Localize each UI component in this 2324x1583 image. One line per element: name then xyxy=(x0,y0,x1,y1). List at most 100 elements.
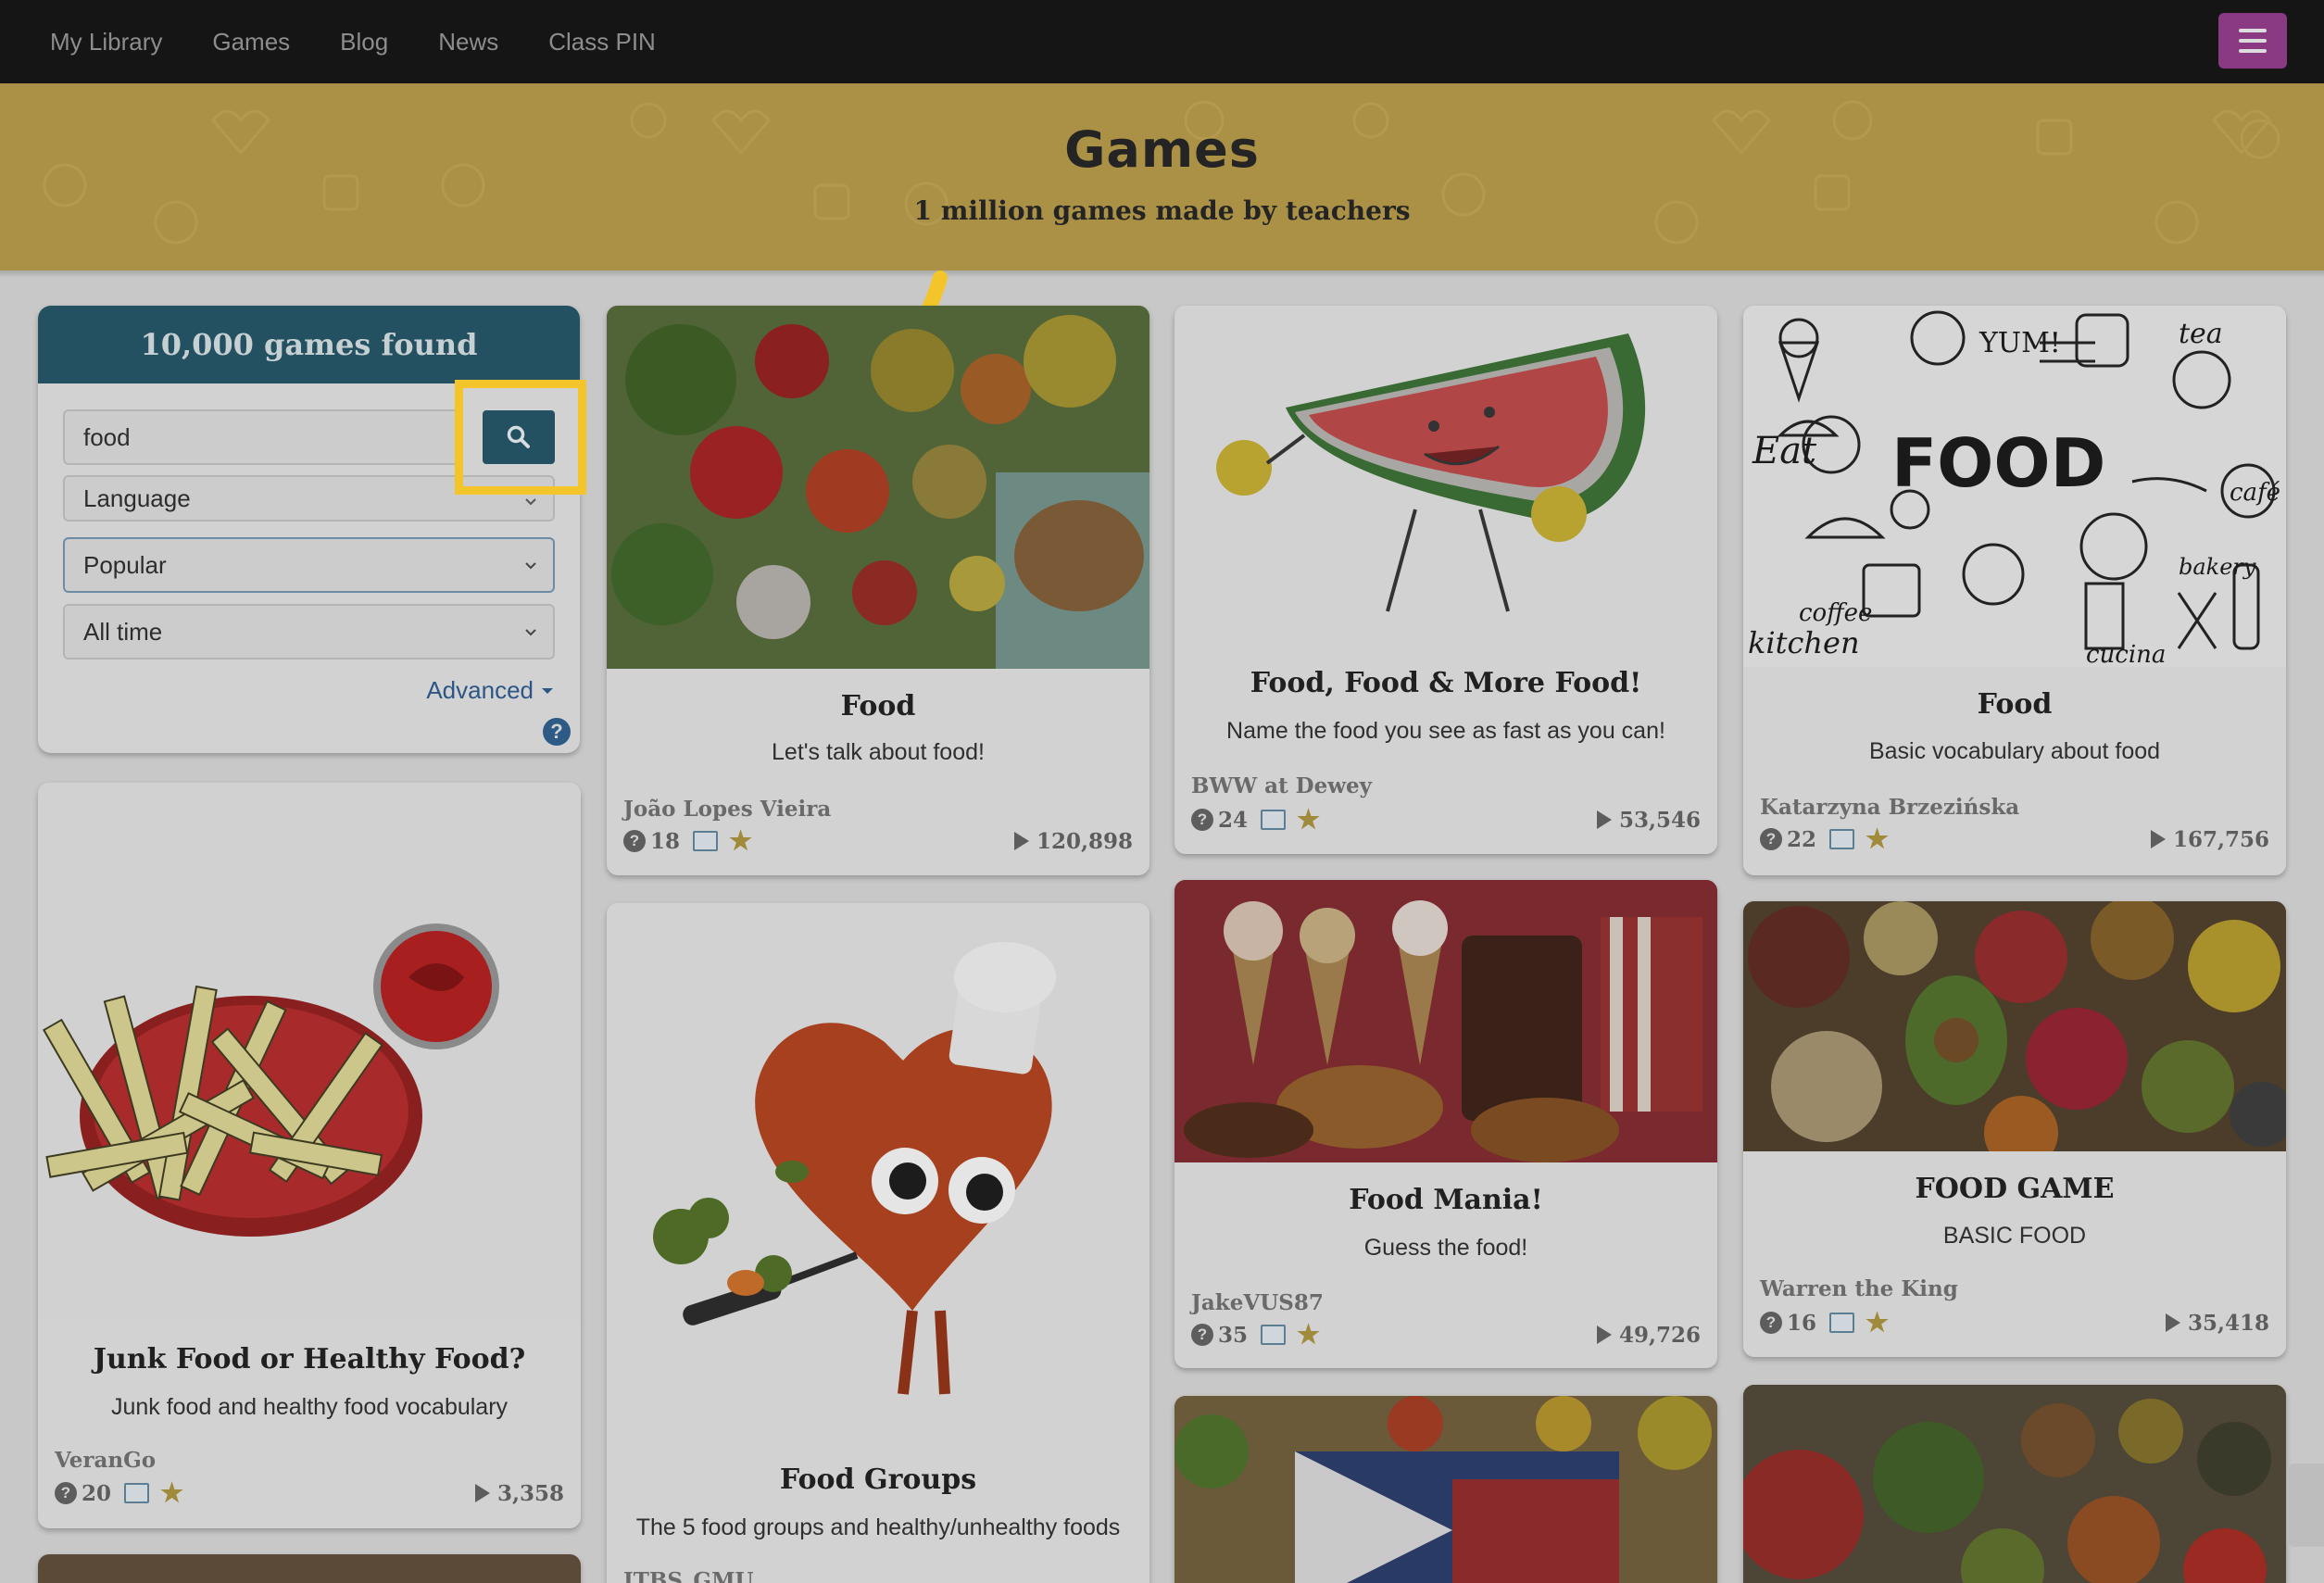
game-card[interactable] xyxy=(1743,1385,2286,1583)
game-card[interactable]: Junk Food or Healthy Food? Junk food and… xyxy=(38,783,581,1528)
junk-food-photo xyxy=(1175,880,1717,1162)
poster-cucina-text: cucina xyxy=(2086,641,2166,667)
play-icon xyxy=(1013,832,1029,850)
menu-bar xyxy=(2239,29,2267,32)
poster-tea-text: tea xyxy=(2179,318,2223,350)
card-title: Food xyxy=(840,690,916,722)
nav-news[interactable]: News xyxy=(438,28,498,57)
games-banner: Games 1 million games made by teachers xyxy=(0,83,2324,270)
question-icon: ? xyxy=(1191,1324,1213,1346)
card-author[interactable]: VeranGo xyxy=(55,1448,156,1473)
star-icon: ★ xyxy=(160,1477,184,1508)
nav-games[interactable]: Games xyxy=(212,28,290,57)
play-count-value: 49,726 xyxy=(1618,1322,1701,1348)
nav-my-library[interactable]: My Library xyxy=(50,28,162,57)
card-author[interactable]: JakeVUS87 xyxy=(1191,1290,1324,1315)
question-icon: ? xyxy=(1760,1312,1782,1334)
question-count: 35 xyxy=(1218,1322,1249,1348)
card-description: Guess the food! xyxy=(1363,1235,1528,1261)
search-input[interactable]: food xyxy=(63,409,461,465)
card-thumbnail xyxy=(1175,1396,1717,1583)
card-author[interactable]: BWW at Dewey xyxy=(1191,773,1372,798)
sort-select-value: Popular xyxy=(83,550,167,579)
menu-bar xyxy=(2239,49,2267,53)
question-count: 16 xyxy=(1787,1310,1817,1336)
card-title: Food Mania! xyxy=(1349,1184,1543,1216)
star-icon: ★ xyxy=(1865,1307,1890,1338)
card-thumbnail xyxy=(1743,901,2286,1151)
question-icon: ? xyxy=(623,830,646,852)
menu-bar xyxy=(2239,39,2267,43)
game-card[interactable]: Food Groups The 5 food groups and health… xyxy=(607,903,1149,1583)
card-description: Let's talk about food! xyxy=(772,739,985,765)
card-title: Food xyxy=(1977,688,2053,721)
play-icon xyxy=(474,1484,490,1502)
games-found-count: 10,000 games found xyxy=(38,306,580,383)
card-author[interactable]: João Lopes Vieira xyxy=(623,797,831,822)
play-count-value: 167,756 xyxy=(2172,826,2269,852)
period-select[interactable]: All time xyxy=(63,604,555,660)
period-select-value: All time xyxy=(83,617,163,646)
game-card[interactable] xyxy=(38,1554,581,1583)
advanced-label: Advanced xyxy=(426,676,534,704)
card-meta: ? 22 ★ 167,756 xyxy=(1760,825,2269,853)
poster-coffee-text: coffee xyxy=(1799,599,1872,627)
nav-blog[interactable]: Blog xyxy=(340,28,388,57)
image-icon xyxy=(693,831,719,851)
game-card[interactable]: Food, Food & More Food! Name the food yo… xyxy=(1175,306,1717,854)
play-count-value: 35,418 xyxy=(2187,1310,2269,1336)
card-description: Name the food you see as fast as you can… xyxy=(1226,718,1665,744)
card-title: Junk Food or Healthy Food? xyxy=(93,1343,526,1376)
card-author[interactable]: Warren the King xyxy=(1760,1276,1958,1301)
play-count-value: 3,358 xyxy=(496,1480,564,1506)
advanced-toggle[interactable]: Advanced xyxy=(426,676,554,705)
play-count-value: 53,546 xyxy=(1618,807,1701,833)
play-count: 49,726 xyxy=(1596,1322,1701,1348)
card-thumbnail xyxy=(38,783,581,1320)
card-author[interactable]: ITBS_GMU xyxy=(623,1568,754,1583)
sort-select[interactable]: Popular xyxy=(63,537,555,593)
language-select-value: Language xyxy=(83,484,191,512)
vegetables-photo xyxy=(607,306,1149,669)
play-count: 35,418 xyxy=(2165,1310,2269,1336)
hamburger-menu-button[interactable] xyxy=(2218,13,2287,69)
food-doodle-poster: FOOD YUM! tea Eat café bakery coffee kit… xyxy=(1748,310,2280,667)
poster-kitchen-text: kitchen xyxy=(1748,625,1860,660)
page-subtitle: 1 million games made by teachers xyxy=(913,195,1411,226)
game-card[interactable]: FOOD YUM! tea Eat café bakery coffee kit… xyxy=(1743,306,2286,875)
nav-class-pin[interactable]: Class PIN xyxy=(548,28,656,57)
card-thumbnail: FOOD YUM! tea Eat café bakery coffee kit… xyxy=(1743,306,2286,667)
star-icon: ★ xyxy=(1297,1319,1321,1350)
play-count: 3,358 xyxy=(474,1480,564,1506)
heart-chef-illustration xyxy=(653,942,1056,1395)
poster-yum-text: YUM! xyxy=(1979,327,2061,359)
game-card[interactable]: FOOD GAME BASIC FOOD Warren the King ? 1… xyxy=(1743,901,2286,1357)
card-thumbnail xyxy=(1175,306,1717,648)
chevron-down-icon xyxy=(525,562,536,570)
poster-cafe-text: café xyxy=(2230,479,2280,507)
help-icon[interactable]: ? xyxy=(543,718,571,746)
feedback-side-tab[interactable] xyxy=(2287,1464,2324,1547)
card-meta: ? 35 ★ 49,726 xyxy=(1191,1321,1701,1349)
star-icon: ★ xyxy=(1297,804,1321,835)
card-description: BASIC FOOD xyxy=(1942,1223,2087,1249)
card-author[interactable]: Katarzyna Brzezińska xyxy=(1760,795,2019,820)
top-navbar: My Library Games Blog News Class PIN xyxy=(0,0,2324,83)
game-card[interactable]: Food Let's talk about food! João Lopes V… xyxy=(607,306,1149,875)
star-icon: ★ xyxy=(729,825,753,856)
watermelon-illustration xyxy=(1216,333,1646,612)
card-title: Food Groups xyxy=(779,1464,977,1496)
play-icon xyxy=(1596,1325,1612,1344)
poster-bakery-text: bakery xyxy=(2179,554,2256,580)
play-count-value: 120,898 xyxy=(1036,828,1133,854)
game-card[interactable] xyxy=(1175,1396,1717,1583)
question-count: 18 xyxy=(650,828,681,854)
image-icon xyxy=(124,1483,150,1503)
play-icon xyxy=(2165,1313,2180,1332)
chevron-down-icon xyxy=(525,498,536,506)
game-card[interactable]: Food Mania! Guess the food! JakeVUS87 ? … xyxy=(1175,880,1717,1368)
question-icon: ? xyxy=(1191,809,1213,831)
card-meta: ? 18 ★ 120,898 xyxy=(623,827,1133,855)
caret-down-icon xyxy=(542,687,553,694)
card-meta: ? 16 ★ 35,418 xyxy=(1760,1309,2269,1337)
